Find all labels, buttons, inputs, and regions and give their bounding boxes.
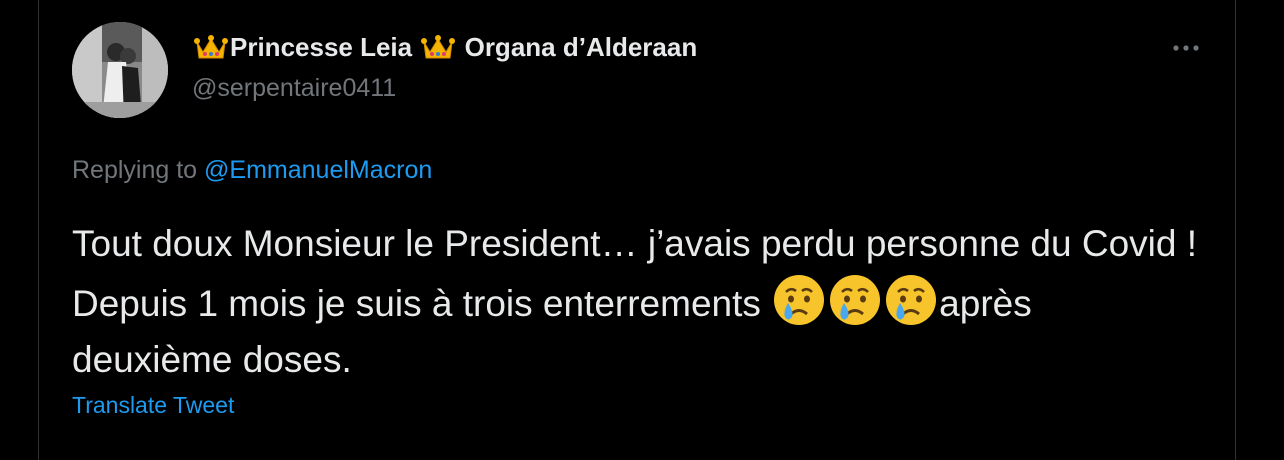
- avatar-photo: [72, 22, 168, 118]
- crown-icon: [194, 34, 228, 62]
- avatar[interactable]: [72, 22, 168, 118]
- replying-to-label: Replying to: [72, 156, 198, 184]
- user-handle[interactable]: @serpentaire0411: [192, 74, 396, 103]
- crown-icon: [421, 34, 456, 62]
- replying-to-mention-link[interactable]: @EmmanuelMacron: [204, 156, 432, 184]
- more-options-icon[interactable]: [1168, 36, 1204, 60]
- display-name-part2: Organa d’Alderaan: [464, 32, 698, 62]
- crying-face-icon: [827, 272, 883, 328]
- tweet-text: Tout doux Monsieur le President… j’avais…: [72, 216, 1202, 388]
- crying-face-icon: [771, 272, 827, 328]
- translate-tweet-link[interactable]: Translate Tweet: [72, 392, 234, 419]
- crying-face-icon: [883, 272, 939, 328]
- display-name[interactable]: Princesse Leia Organa d’Alderaan: [192, 32, 697, 63]
- display-name-part1: Princesse Leia: [230, 32, 413, 62]
- replying-to: Replying to @EmmanuelMacron: [72, 156, 432, 185]
